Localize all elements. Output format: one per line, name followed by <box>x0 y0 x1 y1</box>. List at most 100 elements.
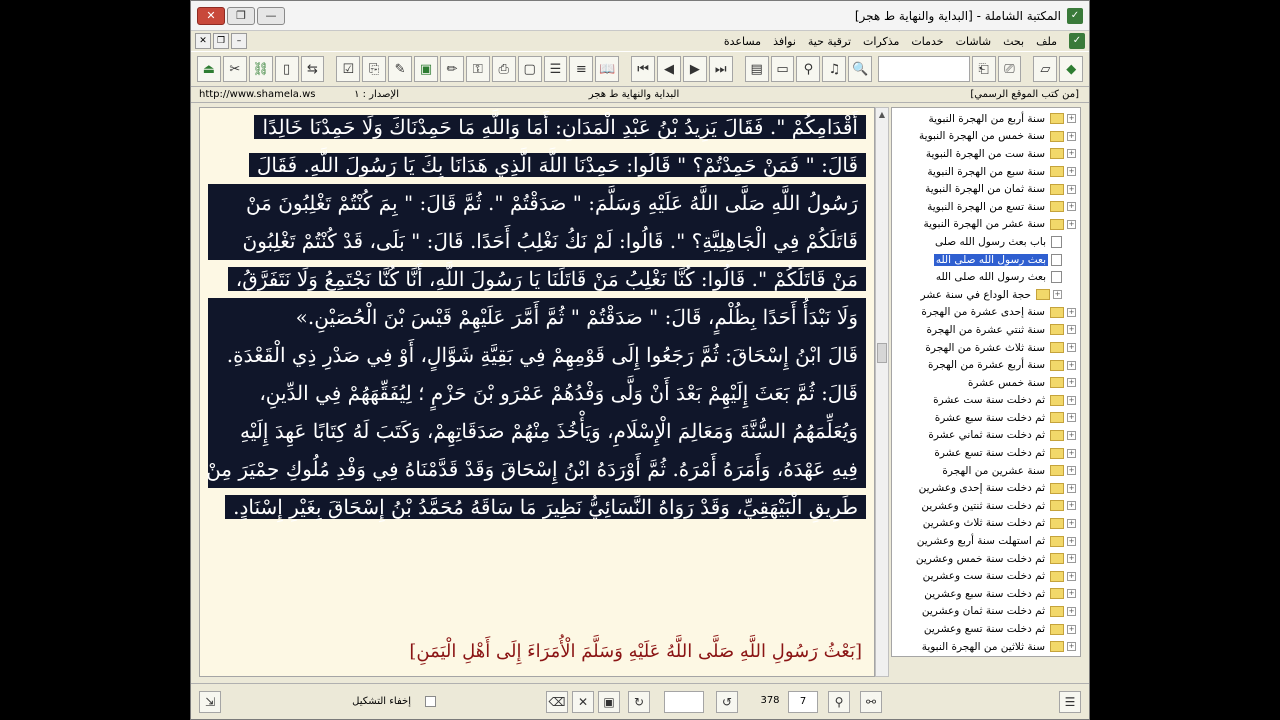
book-icon[interactable]: ▱ <box>1033 56 1058 82</box>
expand-icon[interactable]: + <box>1067 606 1076 616</box>
mdi-minimize-icon[interactable]: – <box>231 33 247 49</box>
expand-icon[interactable]: + <box>1067 624 1076 634</box>
binoculars-icon[interactable]: ⚲ <box>796 56 821 82</box>
book-text-pane[interactable]: أَقْدَامِكُمْ ". فَقَالَ يَزِيدُ بْنُ عَ… <box>199 107 875 677</box>
expand-icon[interactable]: + <box>1067 131 1076 141</box>
menu-item[interactable]: خدمات <box>911 35 943 48</box>
tree-item[interactable]: + سنة ست من الهجرة النبوية <box>892 145 1080 163</box>
compare-icon[interactable]: ⇆ <box>300 56 325 82</box>
tree-item[interactable]: + ثم دخلت سنة خمس وعشرين <box>892 550 1080 568</box>
menu-item[interactable]: مساعدة <box>724 35 761 48</box>
save-icon[interactable]: ▣ <box>598 690 620 713</box>
tree-item[interactable]: + ثم دخلت سنة سبع عشرة <box>892 409 1080 427</box>
exit-icon[interactable]: ⏏ <box>197 56 221 82</box>
tree-item[interactable]: بعث رسول الله صلى الله <box>892 251 1080 269</box>
tree-item[interactable]: + ثم دخلت سنة تسع عشرة <box>892 444 1080 462</box>
image-icon[interactable]: ▣ <box>414 56 438 82</box>
print-icon[interactable]: ⎙ <box>491 56 516 82</box>
tree-item[interactable]: + ثم دخلت سنة ثماني عشرة <box>892 427 1080 445</box>
list-icon[interactable]: ☰ <box>543 56 568 82</box>
expand-icon[interactable]: + <box>1067 501 1076 511</box>
book-open-icon[interactable]: 📖 <box>595 56 620 82</box>
tree-item[interactable]: + ثم دخلت سنة تسع وعشرين <box>892 620 1080 638</box>
scroll-up-icon[interactable]: ▲ <box>876 108 888 122</box>
tree-item[interactable]: + ثم دخلت سنة ست وعشرين <box>892 567 1080 585</box>
expand-icon[interactable]: + <box>1067 378 1076 388</box>
library-icon[interactable]: ▤ <box>744 56 769 82</box>
page-number-field[interactable]: 378 <box>752 691 788 713</box>
attach-icon[interactable]: ⚲ <box>828 690 850 713</box>
menu-item[interactable]: بحث <box>1003 35 1024 48</box>
expand-icon[interactable]: + <box>1067 114 1076 124</box>
expand-icon[interactable]: + <box>1067 167 1076 177</box>
text-scrollbar[interactable]: ▲ <box>875 107 889 677</box>
tree-item[interactable]: + حجة الوداع في سنة عشر <box>892 286 1080 304</box>
tree-item[interactable]: باب بعث رسول الله صلى <box>892 233 1080 251</box>
expand-icon[interactable]: + <box>1067 395 1076 405</box>
open-folder-icon[interactable]: ▭ <box>770 56 795 82</box>
expand-icon[interactable]: + <box>1067 219 1076 229</box>
expand-icon[interactable]: + <box>1067 589 1076 599</box>
tree-item[interactable]: + ثم دخلت سنة ثمان وعشرين <box>892 603 1080 621</box>
menu-item[interactable]: مذكرات <box>863 35 899 48</box>
tree-item[interactable]: + سنة ثمان من الهجرة النبوية <box>892 180 1080 198</box>
hide-diacritics-checkbox[interactable] <box>425 696 436 707</box>
tree-item[interactable]: + سنة ثلاثين من الهجرة النبوية <box>892 638 1080 656</box>
eraser-icon[interactable]: ⌫ <box>546 690 568 713</box>
expand-icon[interactable]: + <box>1067 642 1076 652</box>
new-page-icon[interactable]: ▯ <box>274 56 299 82</box>
tree-item[interactable]: +ثم دخلت سنة إحدى وثلاثين <box>892 655 1080 656</box>
scroll-thumb[interactable] <box>877 343 887 363</box>
expand-icon[interactable]: + <box>1067 360 1076 370</box>
quick-search-input[interactable] <box>878 56 970 82</box>
align-icon[interactable]: ≡ <box>569 56 594 82</box>
expand-icon[interactable]: + <box>1067 413 1076 423</box>
tree-item[interactable]: + ثم دخلت سنة ثنتين وعشرين <box>892 497 1080 515</box>
minimize-window-button[interactable]: — <box>257 6 285 25</box>
expand-icon[interactable]: + <box>1067 202 1076 212</box>
expand-icon[interactable]: + <box>1067 536 1076 546</box>
tree-item[interactable]: + سنة خمس من الهجرة النبوية <box>892 128 1080 146</box>
notes-icon[interactable]: ⎚ <box>997 56 1022 82</box>
tree-item[interactable]: + سنة تسع من الهجرة النبوية <box>892 198 1080 216</box>
tree-item[interactable]: بعث رسول الله صلى الله <box>892 268 1080 286</box>
expand-icon[interactable]: + <box>1067 483 1076 493</box>
expand-icon[interactable]: + <box>1067 448 1076 458</box>
refresh-icon[interactable]: ↻ <box>628 690 650 713</box>
menu-item[interactable]: ترقية حية <box>808 35 851 48</box>
part-number-field[interactable]: 7 <box>788 690 818 713</box>
expand-icon[interactable]: + <box>1053 290 1062 300</box>
lock-icon[interactable]: ⚿ <box>465 56 490 82</box>
expand-icon[interactable]: + <box>1067 307 1076 317</box>
edit-doc-icon[interactable]: ✎ <box>388 56 413 82</box>
find-icon[interactable]: ⚯ <box>860 690 882 713</box>
tree-item[interactable]: + سنة سبع من الهجرة النبوية <box>892 163 1080 181</box>
tree-item[interactable]: + سنة عشر من الهجرة النبوية <box>892 216 1080 234</box>
audio-icon[interactable]: ♫ <box>822 56 847 82</box>
tree-item[interactable]: + ثم استهلت سنة أربع وعشرين <box>892 532 1080 550</box>
tools-icon[interactable]: ✂ <box>222 56 247 82</box>
expand-icon[interactable]: + <box>1067 554 1076 564</box>
tree-item[interactable]: + ثم دخلت سنة سبع وعشرين <box>892 585 1080 603</box>
mdi-restore-icon[interactable]: ❐ <box>213 33 229 49</box>
last-page-icon[interactable]: ⏭ <box>708 56 733 82</box>
expand-icon[interactable]: + <box>1067 571 1076 581</box>
bookmark-page-icon[interactable]: ⎗ <box>971 56 996 82</box>
expand-icon[interactable]: + <box>1067 343 1076 353</box>
expand-icon[interactable]: + <box>1067 466 1076 476</box>
menu-item[interactable]: نوافذ <box>773 35 796 48</box>
tree-item[interactable]: + سنة عشرين من الهجرة <box>892 462 1080 480</box>
tree-item[interactable]: + ثم دخلت سنة ست عشرة <box>892 392 1080 410</box>
first-page-icon[interactable]: ⏮ <box>631 56 656 82</box>
website-link[interactable]: http://www.shamela.ws <box>199 89 315 100</box>
expand-icon[interactable]: + <box>1067 430 1076 440</box>
cancel-icon[interactable]: ✕ <box>572 690 594 713</box>
expand-icon[interactable]: + <box>1067 184 1076 194</box>
tree-item[interactable]: + سنة أربع عشرة من الهجرة <box>892 356 1080 374</box>
next-page-icon[interactable]: ▶ <box>682 56 707 82</box>
tree-item[interactable]: + ثم دخلت سنة إحدى وعشرين <box>892 479 1080 497</box>
tree-item[interactable]: + سنة خمس عشرة <box>892 374 1080 392</box>
tree-item[interactable]: + سنة أربع من الهجرة النبوية <box>892 110 1080 128</box>
green-book-icon[interactable]: ◆ <box>1059 56 1084 82</box>
menu-item[interactable]: شاشات <box>956 35 992 48</box>
